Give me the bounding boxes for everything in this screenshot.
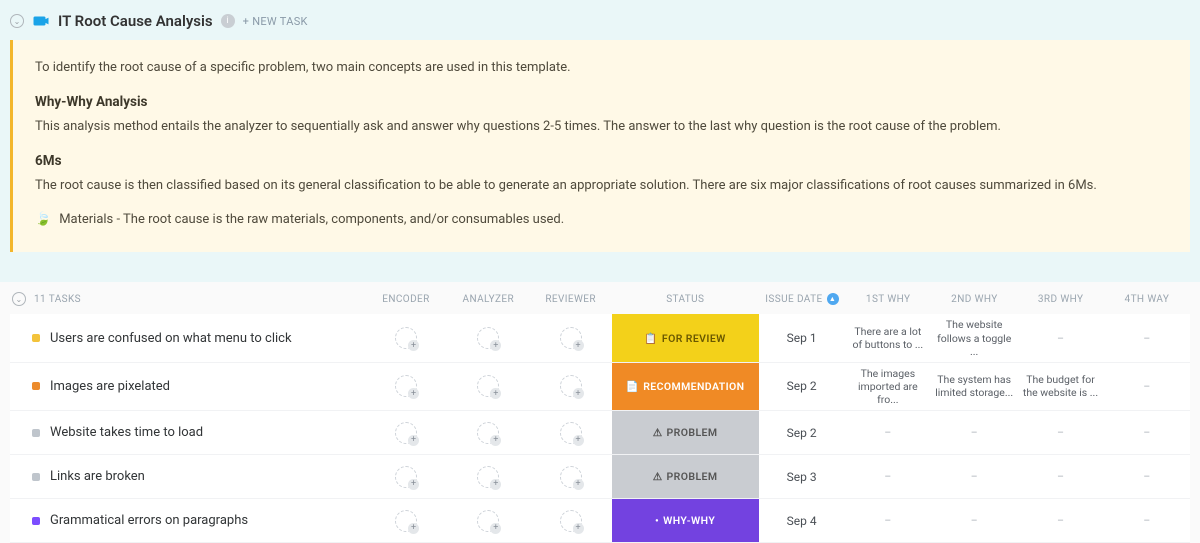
status-label: PROBLEM — [667, 470, 718, 483]
task-title: Users are confused on what menu to click — [50, 331, 292, 346]
assign-encoder[interactable] — [395, 375, 417, 397]
materials-line: Materials - The root cause is the raw ma… — [59, 210, 564, 230]
task-title: Grammatical errors on paragraphs — [50, 513, 248, 528]
assign-encoder[interactable] — [395, 327, 417, 349]
tasks-collapse-toggle[interactable]: ⌄ — [12, 292, 26, 306]
desc-intro: To identify the root cause of a specific… — [35, 58, 1168, 78]
why-3[interactable]: The budget for the website is ... — [1017, 363, 1103, 410]
why-2[interactable]: The website follows a toggle ... — [931, 314, 1017, 361]
list-icon — [32, 14, 50, 28]
why-4[interactable]: – — [1104, 411, 1190, 454]
why-1[interactable]: The images imported are fro... — [845, 363, 931, 410]
whywhy-title: Why-Why Analysis — [35, 92, 1168, 113]
task-bullet — [32, 334, 40, 342]
col-3rd-why[interactable]: 3RD WHY — [1018, 294, 1104, 305]
status-icon: 📄 — [626, 380, 639, 393]
task-bullet — [32, 473, 40, 481]
task-title: Website takes time to load — [50, 425, 203, 440]
assign-analyzer[interactable] — [477, 375, 499, 397]
col-encoder[interactable]: ENCODER — [365, 294, 447, 305]
col-1st-why[interactable]: 1ST WHY — [845, 294, 931, 305]
status-label: RECOMMENDATION — [643, 380, 744, 393]
why-1[interactable]: – — [845, 499, 931, 542]
why-1[interactable]: – — [845, 455, 931, 498]
sort-asc-icon: ▲ — [827, 293, 839, 305]
why-3[interactable]: – — [1017, 314, 1103, 361]
why-4[interactable]: – — [1104, 363, 1190, 410]
task-title: Links are broken — [50, 469, 145, 484]
why-1[interactable]: – — [845, 411, 931, 454]
assign-reviewer[interactable] — [560, 327, 582, 349]
status-label: PROBLEM — [667, 426, 718, 439]
section-title: IT Root Cause Analysis — [58, 12, 213, 30]
col-status[interactable]: STATUS — [612, 294, 759, 305]
col-2nd-why[interactable]: 2ND WHY — [931, 294, 1017, 305]
status-icon: • — [655, 514, 659, 527]
why-1[interactable]: There are a lot of buttons to ... — [845, 314, 931, 361]
assign-reviewer[interactable] — [560, 466, 582, 488]
assign-reviewer[interactable] — [560, 375, 582, 397]
status-badge[interactable]: 📄 RECOMMENDATION — [612, 363, 759, 410]
why-2[interactable]: – — [931, 411, 1017, 454]
why-4[interactable]: – — [1104, 499, 1190, 542]
task-title: Images are pixelated — [50, 379, 170, 394]
status-badge[interactable]: • WHY-WHY — [612, 499, 759, 542]
why-2[interactable]: – — [931, 455, 1017, 498]
issue-date[interactable]: Sep 1 — [759, 314, 845, 361]
col-4th-why[interactable]: 4TH WAY — [1104, 294, 1190, 305]
task-row[interactable]: Users are confused on what menu to click… — [10, 314, 1190, 362]
issue-date[interactable]: Sep 3 — [759, 455, 845, 498]
sixms-title: 6Ms — [35, 151, 1168, 172]
assign-reviewer[interactable] — [560, 422, 582, 444]
new-task-button[interactable]: + NEW TASK — [243, 15, 308, 28]
collapse-toggle[interactable]: ⌄ — [10, 14, 24, 28]
why-2[interactable]: The system has limited storage... — [931, 363, 1017, 410]
task-bullet — [32, 429, 40, 437]
col-analyzer[interactable]: ANALYZER — [447, 294, 529, 305]
task-columns-header: ⌄ 11 TASKS ENCODER ANALYZER REVIEWER STA… — [10, 288, 1190, 314]
col-issue-date[interactable]: ISSUE DATE ▲ — [759, 293, 845, 305]
status-icon: ⚠ — [653, 426, 663, 439]
sixms-body: The root cause is then classified based … — [35, 176, 1168, 196]
why-2[interactable]: – — [931, 499, 1017, 542]
assign-encoder[interactable] — [395, 422, 417, 444]
whywhy-body: This analysis method entails the analyze… — [35, 117, 1168, 137]
tasks-count: 11 TASKS — [34, 294, 81, 305]
why-4[interactable]: – — [1104, 314, 1190, 361]
col-issue-date-label: ISSUE DATE — [765, 294, 822, 305]
status-label: FOR REVIEW — [662, 332, 726, 345]
why-3[interactable]: – — [1017, 499, 1103, 542]
assign-analyzer[interactable] — [477, 466, 499, 488]
info-icon[interactable]: i — [221, 14, 235, 28]
description-card: To identify the root cause of a specific… — [10, 40, 1190, 252]
task-row[interactable]: Images are pixelated 📄 RECOMMENDATION Sep 2… — [10, 363, 1190, 411]
task-bullet — [32, 382, 40, 390]
status-badge[interactable]: 📋 FOR REVIEW — [612, 314, 759, 361]
why-3[interactable]: – — [1017, 455, 1103, 498]
task-row[interactable]: Website takes time to load⚠PROBLEMSep 2–… — [10, 411, 1190, 455]
assign-encoder[interactable] — [395, 510, 417, 532]
assign-analyzer[interactable] — [477, 422, 499, 444]
assign-encoder[interactable] — [395, 466, 417, 488]
issue-date[interactable]: Sep 4 — [759, 499, 845, 542]
why-3[interactable]: – — [1017, 411, 1103, 454]
status-badge[interactable]: ⚠ PROBLEM — [612, 411, 759, 454]
col-reviewer[interactable]: REVIEWER — [529, 294, 611, 305]
why-4[interactable]: – — [1104, 455, 1190, 498]
task-row[interactable]: Links are broken⚠PROBLEMSep 3–––– — [10, 455, 1190, 499]
status-badge[interactable]: ⚠ PROBLEM — [612, 455, 759, 498]
task-row[interactable]: Grammatical errors on paragraphs • WHY-WHY… — [10, 499, 1190, 543]
leaf-icon: 🍃 — [35, 210, 51, 230]
issue-date[interactable]: Sep 2 — [759, 363, 845, 410]
status-icon: 📋 — [644, 332, 657, 345]
status-label: WHY-WHY — [663, 514, 715, 527]
assign-analyzer[interactable] — [477, 510, 499, 532]
status-icon: ⚠ — [653, 470, 663, 483]
task-bullet — [32, 517, 40, 525]
issue-date[interactable]: Sep 2 — [759, 411, 845, 454]
assign-reviewer[interactable] — [560, 510, 582, 532]
assign-analyzer[interactable] — [477, 327, 499, 349]
